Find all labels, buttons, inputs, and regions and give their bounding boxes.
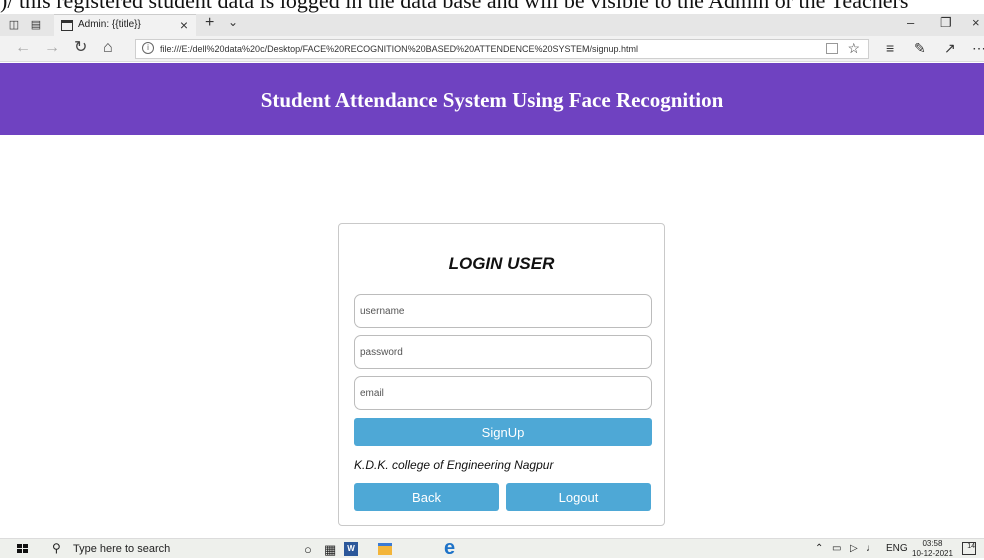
file-explorer-icon[interactable] — [378, 543, 392, 555]
notification-count: 14 — [967, 543, 975, 550]
edge-browser-icon[interactable]: e — [444, 537, 455, 560]
favorite-star-icon[interactable]: ☆ — [847, 40, 860, 57]
taskbar-clock[interactable]: 03:58 10-12-2021 — [912, 539, 953, 559]
back-arrow-icon[interactable]: ← — [15, 39, 31, 57]
email-input[interactable] — [354, 376, 652, 410]
college-name: K.D.K. college of Engineering Nagpur — [354, 458, 554, 472]
browser-tab-active[interactable]: Admin: {{title}} × — [54, 14, 196, 36]
page-favicon-icon — [61, 20, 73, 31]
restore-window-icon[interactable]: ❐ — [940, 15, 952, 31]
back-button[interactable]: Back — [354, 483, 499, 511]
pen-notes-icon[interactable]: ✎ — [914, 40, 926, 57]
clock-time: 03:58 — [922, 539, 943, 548]
address-url: file:///E:/dell%20data%20c/Desktop/FACE%… — [160, 44, 639, 54]
taskbar-search-placeholder: Type here to search — [73, 543, 171, 555]
favorites-list-icon[interactable]: ≡ — [886, 40, 894, 56]
cortana-icon[interactable]: ○ — [304, 542, 312, 557]
set-tabs-aside-icon[interactable]: ▤ — [28, 17, 44, 33]
wifi-icon[interactable]: ▷ — [850, 543, 858, 554]
tab-title: Admin: {{title}} — [78, 19, 141, 30]
background-document-strip: )/ this registered student data is logge… — [0, 0, 984, 14]
notification-center-icon[interactable]: 14 — [962, 542, 976, 555]
signup-button[interactable]: SignUp — [354, 418, 652, 446]
new-tab-icon[interactable]: + — [205, 14, 214, 32]
more-options-icon[interactable]: ⋯ — [972, 40, 984, 57]
home-icon[interactable]: ⌂ — [103, 39, 113, 57]
logout-button[interactable]: Logout — [506, 483, 651, 511]
tray-chevron-icon[interactable]: ⌃ — [815, 543, 823, 554]
minimize-window-icon[interactable]: – — [907, 15, 914, 30]
language-indicator[interactable]: ENG — [886, 543, 908, 554]
browser-tab-bar: ◫ ▤ Admin: {{title}} × + ⌄ – ❐ × — [0, 14, 984, 36]
site-info-icon[interactable]: i — [142, 42, 154, 54]
battery-icon[interactable]: ▭ — [832, 543, 841, 554]
reading-view-icon[interactable] — [826, 43, 838, 54]
close-window-icon[interactable]: × — [972, 15, 980, 30]
login-card: LOGIN USER SignUp K.D.K. college of Engi… — [338, 223, 665, 526]
search-icon: ⚲ — [52, 541, 61, 555]
address-bar[interactable]: i file:///E:/dell%20data%20c/Desktop/FAC… — [135, 39, 869, 59]
windows-start-icon[interactable] — [17, 544, 29, 554]
taskbar-search-box[interactable]: ⚲ Type here to search — [38, 539, 286, 559]
page-title: Student Attendance System Using Face Rec… — [260, 88, 724, 112]
forward-arrow-icon[interactable]: → — [44, 39, 60, 57]
password-input[interactable] — [354, 335, 652, 369]
windows-taskbar: ⚲ Type here to search ○ ▦ W e ⌃ ▭ ▷ ♩ EN… — [0, 537, 984, 560]
tab-preview-chevron-icon[interactable]: ⌄ — [228, 15, 238, 29]
username-input[interactable] — [354, 294, 652, 328]
background-document-text: )/ this registered student data is logge… — [0, 0, 909, 13]
tab-actions-icon[interactable]: ◫ — [6, 17, 22, 33]
volume-icon[interactable]: ♩ — [866, 543, 876, 554]
task-view-icon[interactable]: ▦ — [324, 542, 336, 558]
refresh-icon[interactable]: ↻ — [74, 39, 87, 57]
login-heading: LOGIN USER — [448, 254, 555, 273]
word-app-icon[interactable]: W — [344, 542, 358, 556]
share-icon[interactable]: ↗ — [944, 40, 956, 57]
tab-close-icon[interactable]: × — [180, 17, 188, 33]
page-header: Student Attendance System Using Face Rec… — [0, 63, 984, 135]
browser-nav-bar: ← → ↻ ⌂ i file:///E:/dell%20data%20c/Des… — [0, 36, 984, 62]
